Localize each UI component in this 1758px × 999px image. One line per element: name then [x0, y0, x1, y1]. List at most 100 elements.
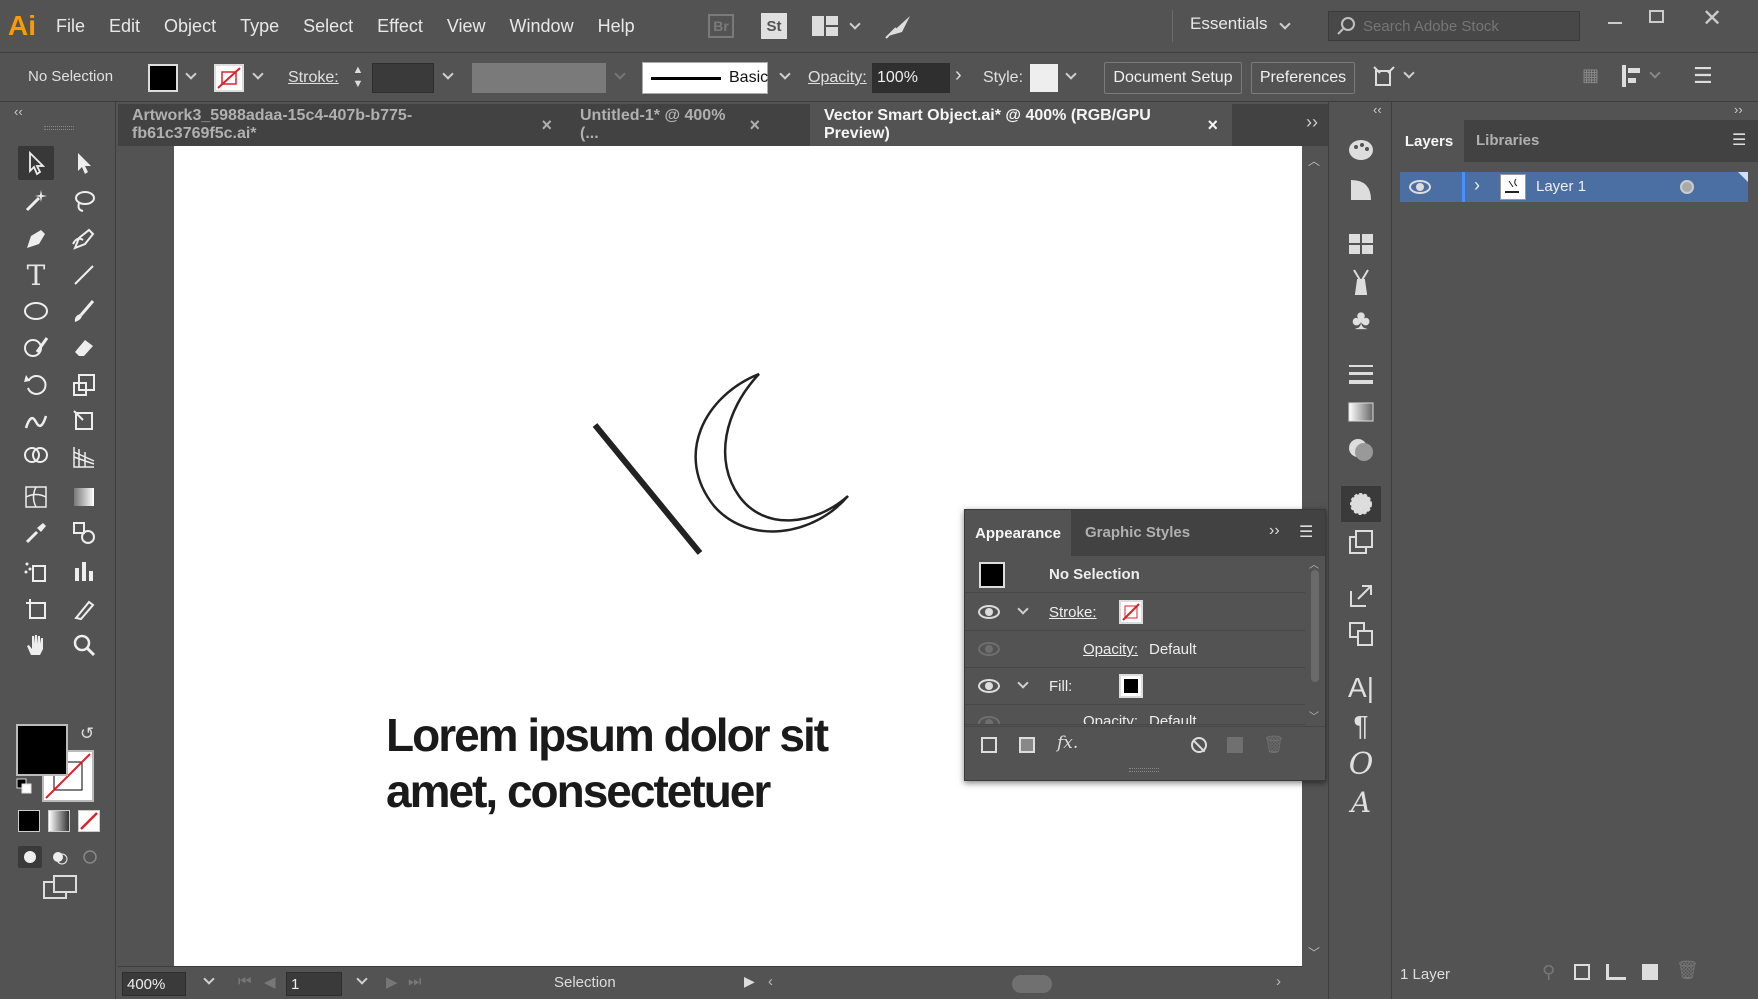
collapse-toolbar-icon[interactable]: ‹‹ [14, 104, 23, 119]
brush-chevron-down-icon[interactable] [779, 68, 791, 80]
gradient-tool-icon[interactable] [66, 480, 102, 514]
panel-menu-icon[interactable]: ☰ [1299, 522, 1313, 542]
opacity-input[interactable]: 100% [872, 63, 950, 93]
appearance-fill-row[interactable]: Fill: [965, 668, 1305, 705]
panel-collapse-icon[interactable]: ›› [1269, 522, 1280, 540]
tab-artwork3[interactable]: Artwork3_5988adaa-15c4-407b-b775-fb61c37… [118, 104, 566, 146]
menu-view[interactable]: View [435, 0, 498, 52]
artboards-panel-icon[interactable] [1341, 616, 1381, 652]
fill-label[interactable]: Fill: [1049, 678, 1072, 695]
free-transform-tool-icon[interactable] [66, 404, 102, 438]
column-graph-tool-icon[interactable] [66, 554, 102, 588]
menu-object[interactable]: Object [152, 0, 228, 52]
layer-target-icon[interactable] [1680, 180, 1694, 194]
menu-help[interactable]: Help [586, 0, 647, 52]
stroke-swatch[interactable] [1119, 600, 1143, 624]
duplicate-item-icon[interactable] [1227, 737, 1243, 753]
close-window-button[interactable]: ✕ [1702, 4, 1722, 33]
symbols-icon[interactable]: ♣ [1341, 302, 1381, 338]
stroke-weight-stepper[interactable]: ▲ ▼ [348, 63, 368, 93]
layer-row[interactable]: › Layer 1 [1400, 172, 1748, 202]
close-tab-icon[interactable]: × [541, 115, 552, 136]
minimize-window-button[interactable] [1608, 22, 1622, 24]
stroke-swatch[interactable] [214, 64, 244, 92]
swap-fill-stroke-icon[interactable]: ↺ [80, 724, 94, 744]
horizontal-scrollbar[interactable]: ‹ › [768, 973, 1288, 995]
none-mode-button[interactable] [78, 810, 100, 832]
stroke-chevron-down-icon[interactable] [252, 68, 264, 80]
workspace-switcher[interactable]: Essentials [1190, 14, 1267, 34]
status-menu-arrow-icon[interactable]: ▶ [744, 973, 755, 990]
collapse-strip-icon[interactable]: ‹‹ [1373, 102, 1382, 117]
scroll-thumb[interactable] [1012, 975, 1052, 993]
arrange-documents-icon[interactable] [812, 16, 838, 36]
brush-definition[interactable]: Basic [642, 62, 768, 94]
last-artboard-icon[interactable]: ⏭ [408, 973, 422, 990]
align-grid-icon[interactable]: ▦ [1582, 65, 1602, 87]
zoom-tool-icon[interactable] [66, 628, 102, 662]
menu-type[interactable]: Type [228, 0, 291, 52]
stock-search-field[interactable] [1328, 11, 1580, 41]
draw-inside-icon[interactable] [78, 846, 102, 868]
zoom-chevron-down-icon[interactable] [203, 973, 215, 985]
direct-selection-tool-icon[interactable] [66, 146, 102, 180]
locate-object-icon[interactable]: ⚲ [1542, 962, 1555, 983]
appearance-scrollbar[interactable]: ︿ ﹀ [1305, 556, 1325, 726]
create-new-layer-icon[interactable] [1642, 964, 1658, 980]
scroll-thumb[interactable] [1311, 570, 1319, 682]
clear-appearance-icon[interactable] [1191, 737, 1207, 753]
scroll-down-arrow-icon[interactable]: ﹀ [1308, 944, 1320, 961]
scroll-up-arrow-icon[interactable]: ︿ [1309, 556, 1319, 571]
fill-color-box-front[interactable] [16, 724, 68, 776]
document-setup-button[interactable]: Document Setup [1104, 62, 1242, 94]
stroke-weight-chevron-down-icon[interactable] [442, 68, 454, 80]
graphic-style-swatch[interactable] [1030, 64, 1058, 92]
fill-swatch[interactable] [1119, 674, 1143, 698]
tab-untitled-1[interactable]: Untitled-1* @ 400% (... × [566, 104, 774, 146]
maximize-window-button[interactable] [1649, 10, 1664, 23]
selection-tool-icon[interactable] [18, 146, 54, 180]
make-clipping-mask-icon[interactable] [1574, 964, 1590, 980]
opentype-panel-icon[interactable]: O [1341, 746, 1381, 782]
transparency-icon[interactable] [1341, 432, 1381, 468]
control-panel-menu-icon[interactable]: ☰ [1693, 63, 1713, 89]
close-tab-icon[interactable]: × [749, 115, 760, 136]
graphic-styles-icon[interactable] [1341, 524, 1381, 560]
layer-name[interactable]: Layer 1 [1536, 178, 1586, 195]
color-mode-button[interactable] [18, 810, 40, 832]
blend-tool-icon[interactable] [66, 516, 102, 550]
panel-menu-icon[interactable]: ☰ [1732, 130, 1746, 150]
gradient-panel-icon[interactable] [1341, 394, 1381, 430]
eye-icon[interactable] [978, 642, 1000, 656]
current-tool-status[interactable]: Selection [554, 974, 616, 991]
more-tabs-icon[interactable]: ›› [1306, 112, 1318, 133]
slice-tool-icon[interactable] [66, 592, 102, 626]
tab-appearance[interactable]: Appearance [965, 510, 1071, 556]
chevron-down-icon[interactable] [1017, 603, 1029, 615]
puppet-warp-icon[interactable] [1370, 63, 1398, 91]
opacity-label[interactable]: Opacity: [808, 69, 867, 87]
menu-window[interactable]: Window [498, 0, 586, 52]
canvas-text-line-2[interactable]: amet, consectetuer [386, 764, 771, 818]
eyedropper-tool-icon[interactable] [18, 516, 54, 550]
mesh-tool-icon[interactable] [18, 480, 54, 514]
feather-icon[interactable] [884, 12, 914, 40]
eye-icon[interactable] [978, 716, 1000, 724]
magic-wand-tool-icon[interactable] [18, 184, 54, 218]
default-fill-stroke-icon[interactable] [16, 778, 32, 794]
fill-swatch[interactable] [148, 64, 178, 92]
line-segment-tool-icon[interactable] [66, 258, 102, 292]
menu-edit[interactable]: Edit [97, 0, 152, 52]
panel-resize-grip[interactable] [1129, 768, 1159, 772]
tab-layers[interactable]: Layers [1394, 120, 1464, 162]
gradient-mode-button[interactable] [48, 810, 70, 832]
curvature-tool-icon[interactable] [66, 222, 102, 256]
stroke-label[interactable]: Stroke: [288, 69, 339, 87]
perspective-grid-tool-icon[interactable] [66, 440, 102, 474]
scroll-up-arrow-icon[interactable]: ︿ [1308, 152, 1320, 169]
stroke-weight-input[interactable] [372, 63, 434, 93]
align-chevron-down-icon[interactable] [1649, 67, 1661, 79]
pen-tool-icon[interactable] [18, 222, 54, 256]
stroke-label[interactable]: Stroke: [1049, 604, 1097, 621]
artboard-chevron-down-icon[interactable] [356, 973, 368, 985]
